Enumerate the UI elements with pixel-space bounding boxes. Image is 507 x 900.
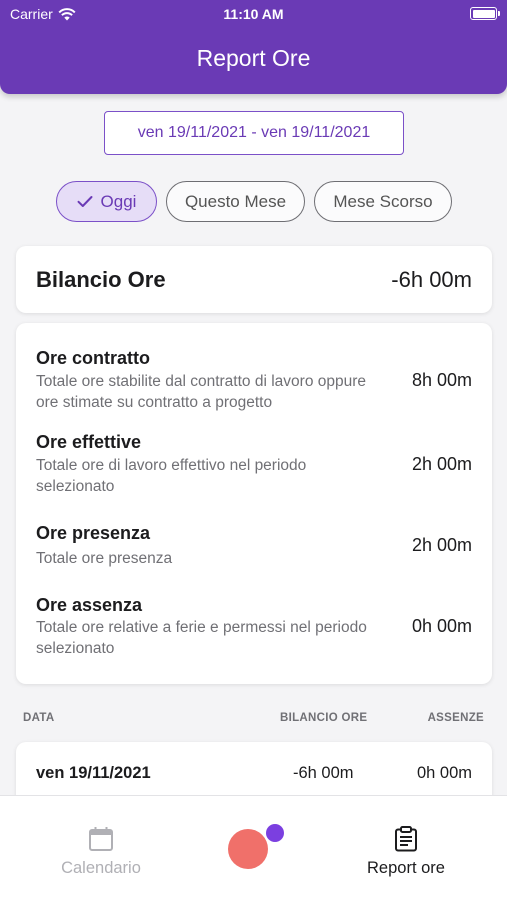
tab-report-label: Report ore [367, 859, 445, 877]
tab-report[interactable]: Report ore [345, 796, 467, 900]
balance-card: Bilancio Ore -6h 00m [16, 246, 492, 313]
row-absences: 0h 00m [416, 764, 472, 782]
presence-hours-value: 2h 00m [411, 535, 472, 555]
absence-hours-title: Ore assenza [36, 595, 143, 615]
fab-indicator-dot [266, 824, 284, 842]
filter-chip-this-month[interactable]: Questo Mese [166, 181, 305, 222]
presence-hours-description: Totale ore presenza [36, 550, 173, 567]
effective-hours-description: Totale ore di lavoro effettivo nel perio… [36, 457, 307, 495]
absence-hours-description: Totale ore relative a ferie e permessi n… [36, 619, 367, 657]
page-title: Report Ore [196, 45, 311, 71]
status-bar: Carrier 11:10 AM [0, 0, 507, 28]
table-header-date: DATA [23, 712, 55, 724]
check-icon [77, 196, 93, 207]
filter-chip-last-month[interactable]: Mese Scorso [314, 181, 452, 222]
balance-label: Bilancio Ore [36, 267, 166, 292]
absence-hours-value: 0h 00m [411, 616, 472, 636]
clipboard-icon [395, 826, 417, 852]
row-date: ven 19/11/2021 [36, 764, 151, 782]
balance-value: -6h 00m [391, 267, 472, 292]
row-balance: -6h 00m [293, 764, 354, 782]
date-range-button[interactable]: ven 19/11/2021 - ven 19/11/2021 [104, 111, 404, 155]
contract-hours-title: Ore contratto [36, 348, 151, 368]
filter-chip-label: Oggi [100, 191, 137, 211]
hours-details-card: Ore contratto Totale ore stabilite dal c… [16, 323, 492, 684]
filter-chip-today[interactable]: Oggi [56, 181, 157, 222]
status-time: 11:10 AM [223, 6, 284, 22]
contract-hours-description: Totale ore stabilite dal contratto di la… [36, 373, 367, 411]
tab-calendar-label: Calendario [61, 859, 141, 877]
tab-calendar[interactable]: Calendario [40, 796, 162, 900]
table-header-balance: BILANCIO ORE [280, 712, 368, 724]
effective-hours-value: 2h 00m [411, 454, 472, 474]
calendar-icon [89, 827, 113, 851]
presence-hours-title: Ore presenza [36, 523, 151, 543]
table-header-absences: ASSENZE [427, 712, 484, 724]
filter-chip-label: Questo Mese [184, 191, 287, 211]
app-header: Carrier 11:10 AM Report Ore [0, 0, 507, 94]
contract-hours-value: 8h 00m [411, 370, 472, 390]
battery-icon [470, 7, 500, 20]
filter-chip-label: Mese Scorso [333, 191, 433, 211]
effective-hours-title: Ore effettive [36, 432, 142, 452]
floating-action-button[interactable] [228, 829, 268, 869]
